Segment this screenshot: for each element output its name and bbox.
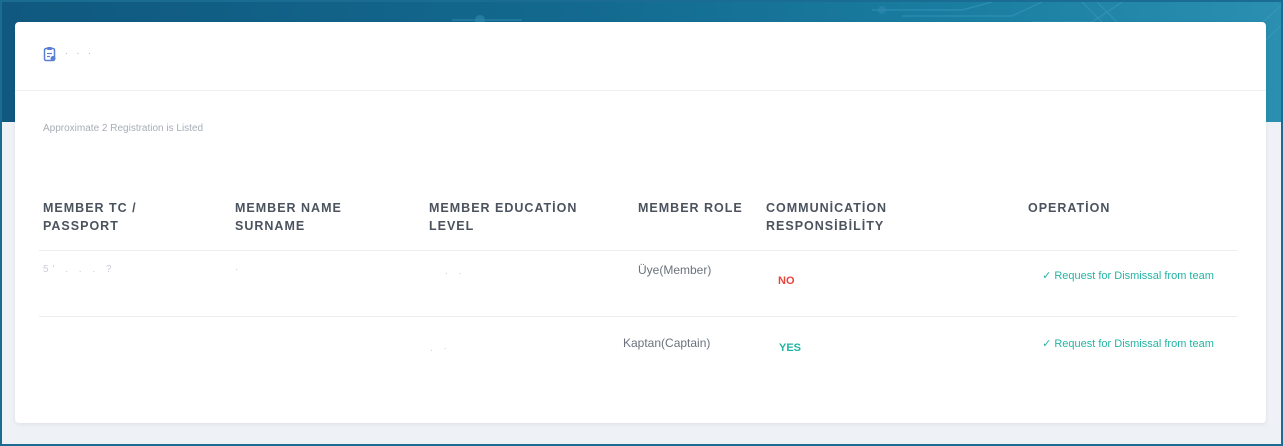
row2-communication-badge: YES [779,342,802,354]
column-header-name-line1: MEMBER NAME [235,201,342,215]
row1-role: Üye(Member) [638,263,712,277]
column-header-role[interactable]: MEMBER ROLE [638,199,743,217]
row1-tc: 5' . . . ? [43,264,116,275]
check-icon: ✓ [1042,270,1052,282]
column-header-communication-line2: RESPONSİBİLİTY [766,219,885,233]
registration-count: Approximate 2 Registration is Listed [43,123,204,134]
column-header-education-line2: LEVEL [429,219,475,233]
column-header-communication-line1: COMMUNİCATİON [766,201,888,215]
row2-dismiss-label: Request for Dismissal from team [1054,338,1214,350]
row2-role: Kaptan(Captain) [623,336,711,350]
team-members-card: . . . Approximate 2 Registration is List… [15,22,1266,423]
column-header-role-line2: MEMBER ROLE [638,201,743,215]
clipboard-icon [43,46,57,62]
column-header-communication[interactable]: COMMUNİCATİON RESPONSİBİLİTY [766,199,887,235]
column-header-tc-line2: PASSPORT [43,219,119,233]
column-header-tc[interactable]: MEMBER TC / PASSPORT [43,199,137,235]
row1-dismiss-label: Request for Dismissal from team [1054,270,1214,282]
card-title: . . . [65,46,94,57]
column-header-education-line1: MEMBER EDUCATİON [429,201,578,215]
check-icon: ✓ [1042,338,1052,350]
column-header-name-line2: SURNAME [235,219,306,233]
column-header-tc-line1: MEMBER TC / [43,201,137,215]
column-header-operation[interactable]: OPERATİON [1028,199,1110,217]
row1-dismiss-link[interactable]: ✓ Request for Dismissal from team [1028,268,1228,284]
column-header-operation-line2: OPERATİON [1028,201,1111,215]
row1-name: · [235,264,243,275]
card-header: . . . [15,22,1266,91]
header-divider [39,250,1237,251]
row2-dismiss-link[interactable]: ✓ Request for Dismissal from team [1028,336,1228,352]
column-header-name[interactable]: MEMBER NAME SURNAME [235,199,342,235]
row1-education: . . [445,266,466,277]
app-frame: . . . Approximate 2 Registration is List… [0,0,1283,446]
row-divider [39,316,1237,317]
row2-education: . · [430,343,451,354]
column-header-education[interactable]: MEMBER EDUCATİON LEVEL [429,199,577,235]
row1-communication-badge: NO [778,275,795,287]
